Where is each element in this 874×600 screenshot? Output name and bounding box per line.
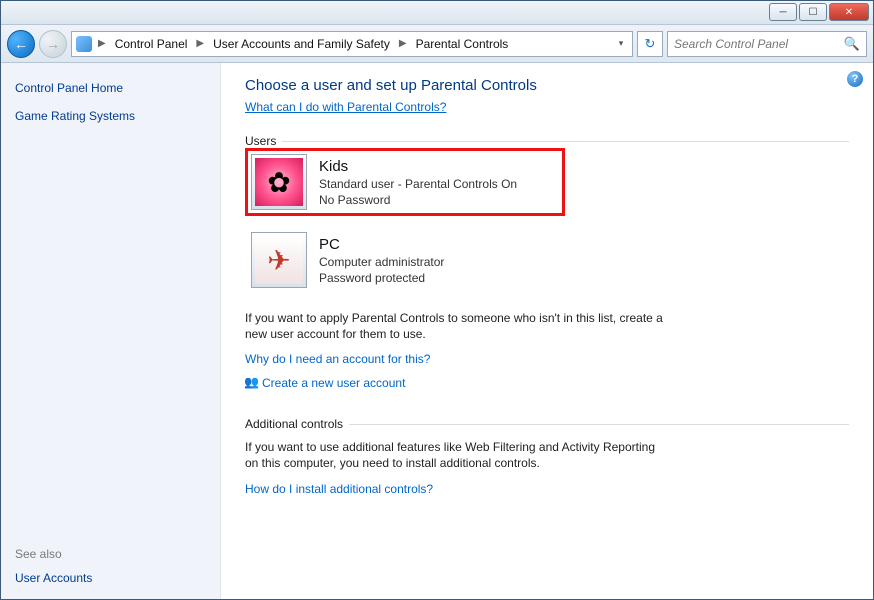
breadcrumb-item[interactable]: User Accounts and Family Safety [210, 37, 393, 51]
breadcrumb-dropdown[interactable]: ▾ [614, 38, 628, 49]
user-name: PC [319, 236, 444, 253]
refresh-icon: ↻ [645, 36, 656, 52]
arrow-left-icon: ← [14, 36, 28, 52]
divider [349, 424, 849, 425]
navigation-bar: ← → ▶ Control Panel ▶ User Accounts and … [1, 25, 873, 63]
user-avatar: ✈ [251, 232, 307, 288]
apply-info-text: If you want to apply Parental Controls t… [245, 310, 665, 342]
main-panel: ? Choose a user and set up Parental Cont… [221, 63, 873, 599]
sidebar: Control Panel Home Game Rating Systems S… [1, 63, 221, 599]
breadcrumb-bar[interactable]: ▶ Control Panel ▶ User Accounts and Fami… [71, 31, 633, 57]
why-account-link[interactable]: Why do I need an account for this? [245, 352, 430, 366]
users-icon [245, 377, 259, 391]
sidebar-link-user-accounts[interactable]: User Accounts [15, 571, 206, 585]
forward-button[interactable]: → [39, 30, 67, 58]
page-title: Choose a user and set up Parental Contro… [245, 77, 849, 94]
user-meta: Kids Standard user - Parental Controls On… [319, 158, 517, 207]
minimize-button[interactable]: ─ [769, 3, 797, 21]
user-row[interactable]: ✈ PC Computer administrator Password protec… [245, 226, 565, 294]
users-section-label: Users [245, 134, 276, 148]
breadcrumb-item[interactable]: Parental Controls [413, 37, 512, 51]
window-controls: ─ ☐ ✕ [769, 3, 869, 21]
breadcrumb-item[interactable]: Control Panel [112, 37, 191, 51]
user-avatar: ✿ [251, 154, 307, 210]
search-icon: 🔍 [844, 36, 860, 52]
help-link[interactable]: What can I do with Parental Controls? [245, 100, 446, 114]
chevron-right-icon: ▶ [397, 38, 409, 49]
install-controls-link[interactable]: How do I install additional controls? [245, 482, 433, 496]
user-desc-2: Password protected [319, 271, 444, 285]
sidebar-bottom: See also User Accounts [15, 547, 206, 585]
help-icon[interactable]: ? [847, 71, 863, 87]
create-user-link[interactable]: Create a new user account [262, 376, 405, 390]
sidebar-top: Control Panel Home Game Rating Systems [15, 77, 206, 137]
search-placeholder: Search Control Panel [674, 37, 788, 51]
user-meta: PC Computer administrator Password protect… [319, 236, 444, 285]
divider [282, 141, 849, 142]
user-name: Kids [319, 158, 517, 175]
refresh-button[interactable]: ↻ [637, 31, 663, 57]
back-button[interactable]: ← [7, 30, 35, 58]
chevron-right-icon: ▶ [194, 38, 206, 49]
user-desc-2: No Password [319, 193, 517, 207]
see-also-label: See also [15, 547, 206, 561]
user-row[interactable]: ✿ Kids Standard user - Parental Controls O… [245, 148, 565, 216]
user-desc-1: Computer administrator [319, 255, 444, 269]
window-titlebar: ─ ☐ ✕ [1, 1, 873, 25]
chevron-right-icon: ▶ [96, 38, 108, 49]
additional-info-text: If you want to use additional features l… [245, 439, 665, 471]
maximize-button[interactable]: ☐ [799, 3, 827, 21]
control-panel-icon [76, 36, 92, 52]
content-area: Control Panel Home Game Rating Systems S… [1, 63, 873, 599]
explorer-window: { "titlebar": { "min_tip": "Minimize", "… [0, 0, 874, 600]
sidebar-link-ratings[interactable]: Game Rating Systems [15, 109, 206, 123]
close-button[interactable]: ✕ [829, 3, 869, 21]
search-input[interactable]: Search Control Panel 🔍 [667, 31, 867, 57]
sidebar-link-home[interactable]: Control Panel Home [15, 81, 206, 95]
user-desc-1: Standard user - Parental Controls On [319, 177, 517, 191]
additional-section-label: Additional controls [245, 417, 343, 431]
arrow-right-icon: → [46, 36, 60, 52]
